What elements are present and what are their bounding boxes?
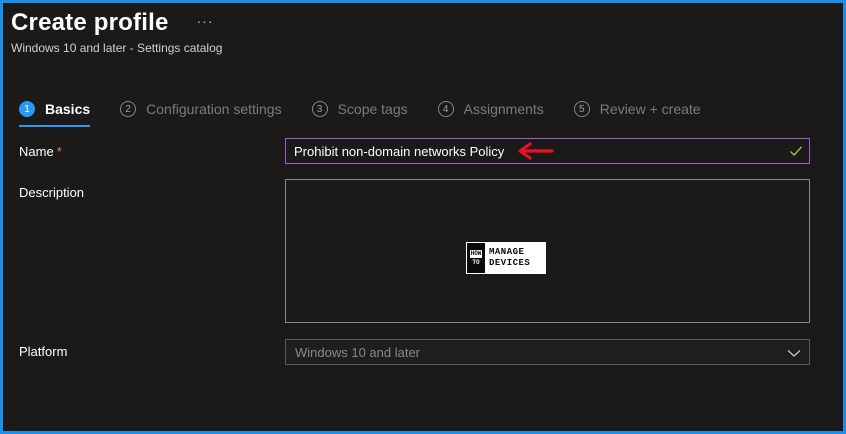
page-subtitle: Windows 10 and later - Settings catalog <box>11 41 223 55</box>
required-marker: * <box>56 144 62 159</box>
name-label-text: Name <box>19 144 54 159</box>
step-number-badge: 3 <box>311 101 328 117</box>
step-number-badge: 1 <box>19 101 35 117</box>
tab-assignments[interactable]: 4 Assignments <box>437 95 544 123</box>
step-label: Basics <box>45 101 91 117</box>
page-title: Create profile <box>11 9 169 36</box>
checkmark-icon <box>790 146 803 157</box>
tab-configuration-settings[interactable]: 2 Configuration settings <box>120 95 282 123</box>
logo-right-block: MANAGE DEVICES <box>485 243 545 273</box>
step-number-badge: 2 <box>120 101 137 117</box>
tab-review-create[interactable]: 5 Review + create <box>573 95 701 123</box>
name-input-value[interactable]: Prohibit non-domain networks Policy <box>294 144 504 159</box>
name-input[interactable]: Prohibit non-domain networks Policy <box>285 138 810 164</box>
description-textarea[interactable]: HOW TO MANAGE DEVICES <box>285 179 810 323</box>
arrow-left-icon <box>518 142 554 160</box>
step-label: Assignments <box>463 101 544 117</box>
tab-scope-tags[interactable]: 3 Scope tags <box>311 95 408 123</box>
logo-manage-text: MANAGE <box>489 247 525 257</box>
wizard-steps: 1 Basics 2 Configuration settings 3 Scop… <box>19 95 731 129</box>
create-profile-panel: Create profile ··· Windows 10 and later … <box>0 0 846 434</box>
chevron-down-icon <box>787 350 801 357</box>
tab-basics[interactable]: 1 Basics <box>19 95 91 127</box>
logo-left-block: HOW TO <box>467 243 485 273</box>
title-row: Create profile ··· <box>11 9 214 37</box>
more-horizontal-icon[interactable]: ··· <box>197 13 214 29</box>
platform-selected-value: Windows 10 and later <box>295 344 421 360</box>
step-label: Scope tags <box>337 101 408 117</box>
name-label: Name * <box>19 144 62 159</box>
how-to-manage-devices-logo: HOW TO MANAGE DEVICES <box>466 242 546 274</box>
description-label: Description <box>19 185 85 200</box>
platform-dropdown[interactable]: Windows 10 and later <box>285 339 810 365</box>
step-label: Review + create <box>599 101 701 117</box>
platform-label: Platform <box>19 344 68 359</box>
logo-to-text: TO <box>472 258 480 266</box>
step-number-badge: 5 <box>573 101 590 117</box>
step-number-badge: 4 <box>437 101 454 117</box>
logo-how-text: HOW <box>469 249 483 258</box>
logo-devices-text: DEVICES <box>489 258 531 268</box>
step-label: Configuration settings <box>146 101 282 117</box>
